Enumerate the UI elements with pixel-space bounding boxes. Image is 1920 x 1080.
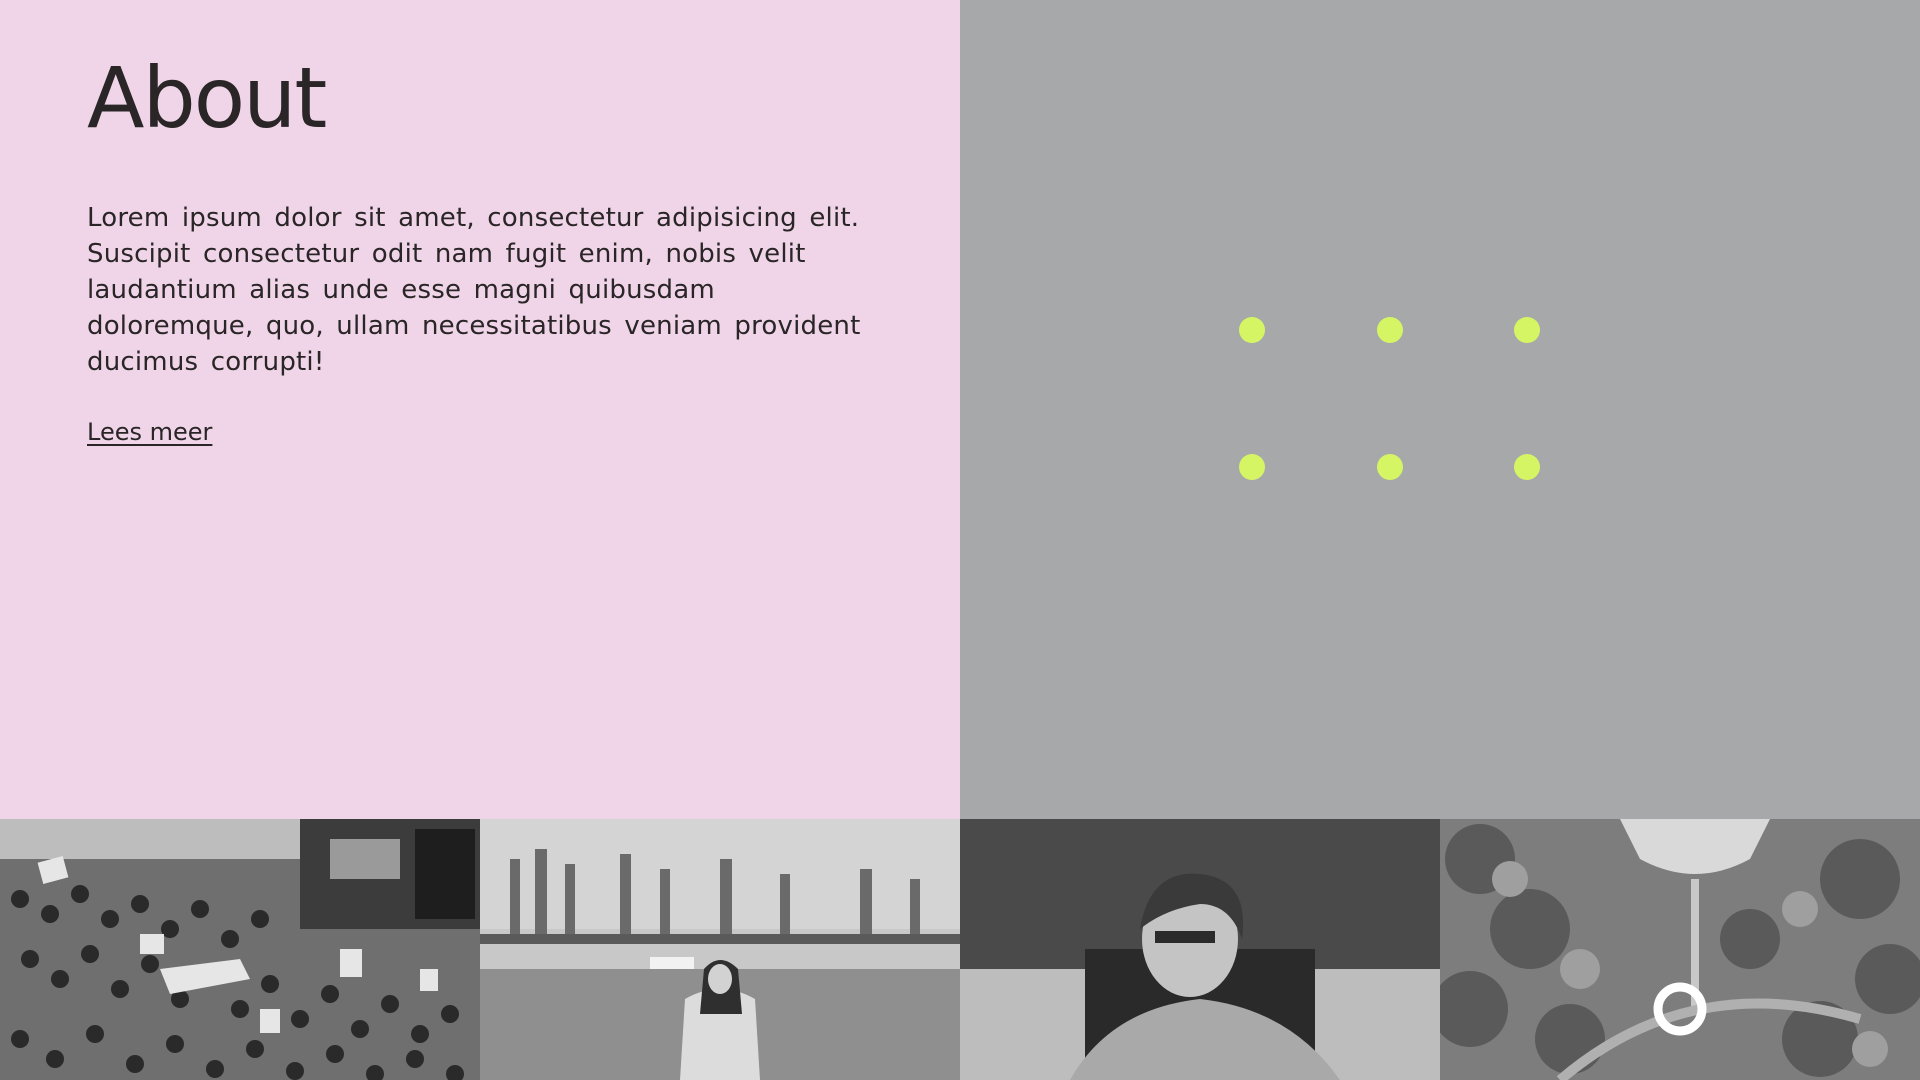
read-more-link[interactable]: Lees meer (87, 418, 212, 446)
person-seated-photo[interactable] (960, 819, 1440, 1080)
dot-6 (1514, 454, 1540, 480)
image-strip (0, 819, 1920, 1080)
dot-2 (1377, 317, 1403, 343)
woman-in-field-photo[interactable] (480, 819, 960, 1080)
dot-3 (1514, 317, 1540, 343)
dot-grid-visual (960, 0, 1920, 819)
dot-4 (1239, 454, 1265, 480)
about-section: About Lorem ipsum dolor sit amet, consec… (0, 0, 960, 819)
protest-crowd-photo[interactable] (0, 819, 480, 1080)
dot-5 (1377, 454, 1403, 480)
page-title: About (87, 49, 327, 147)
about-paragraph: Lorem ipsum dolor sit amet, consectetur … (87, 203, 861, 377)
aerial-park-photo[interactable] (1440, 819, 1920, 1080)
dot-1 (1239, 317, 1265, 343)
